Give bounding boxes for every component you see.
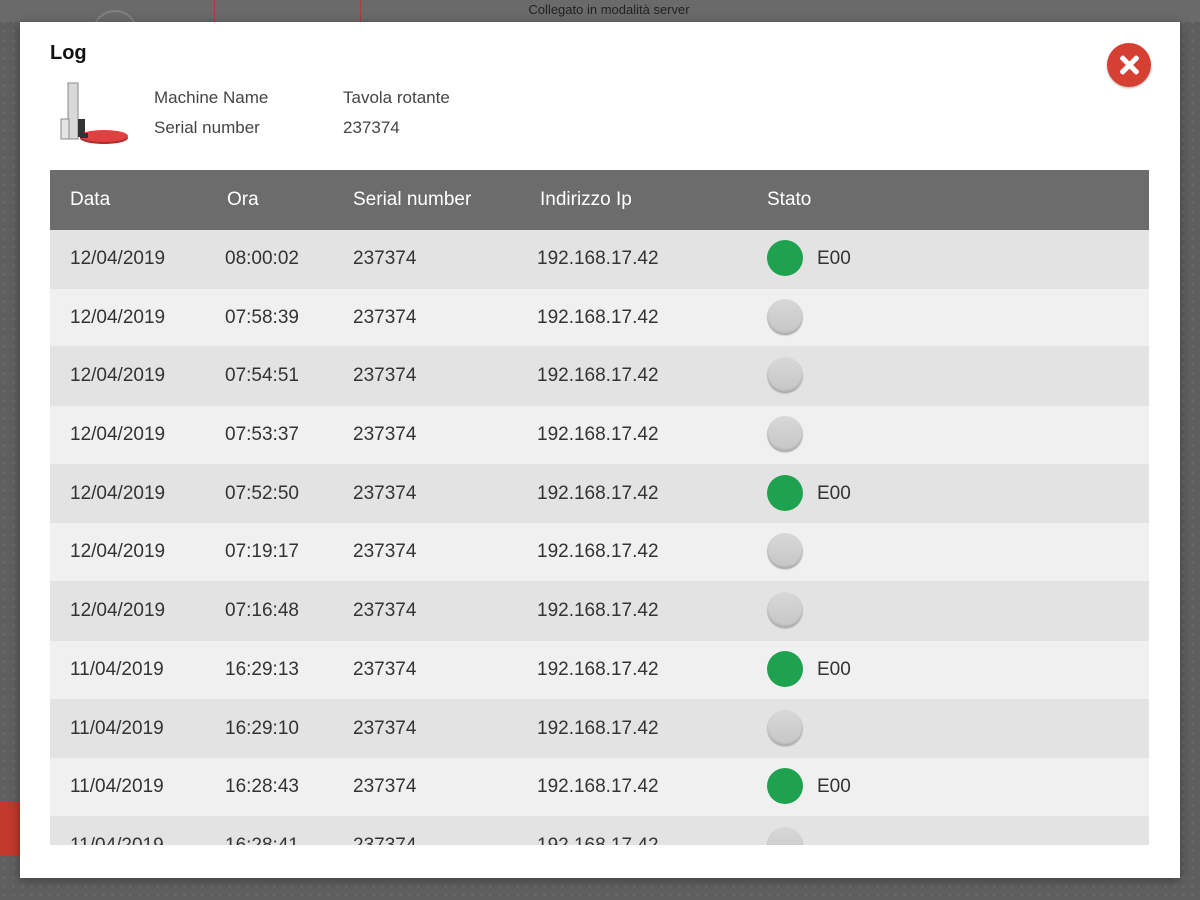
status-code: E00 bbox=[817, 776, 851, 798]
cell-ip: 192.168.17.42 bbox=[537, 600, 659, 622]
cell-ip: 192.168.17.42 bbox=[537, 365, 659, 387]
table-row[interactable]: 11/04/2019 16:29:10 237374 192.168.17.42 bbox=[50, 699, 1149, 759]
cell-serial: 237374 bbox=[353, 776, 417, 798]
cell-data: 11/04/2019 bbox=[70, 817, 164, 845]
table-row[interactable]: 12/04/2019 07:58:39 237374 192.168.17.42 bbox=[50, 288, 1149, 348]
table-row[interactable]: 12/04/2019 07:19:17 237374 192.168.17.42 bbox=[50, 523, 1149, 583]
column-header-ora: Ora bbox=[227, 189, 259, 210]
status-indicator bbox=[767, 240, 803, 276]
cell-serial: 237374 bbox=[353, 600, 417, 622]
table-row[interactable]: 12/04/2019 08:00:02 237374 192.168.17.42 E00 bbox=[50, 230, 1149, 289]
cell-ip: 192.168.17.42 bbox=[537, 658, 659, 680]
cell-data: 11/04/2019 bbox=[70, 658, 164, 680]
cell-ora: 07:54:51 bbox=[225, 365, 299, 387]
connection-status-text: Collegato in modalità server bbox=[528, 2, 690, 17]
cell-serial: 237374 bbox=[353, 306, 417, 328]
machine-name-label: Machine Name bbox=[154, 88, 269, 107]
log-modal: Log Machine Name Tavola rotante Serial n… bbox=[20, 22, 1180, 878]
cell-serial: 237374 bbox=[353, 717, 417, 739]
table-row[interactable]: 11/04/2019 16:28:41 237374 192.168.17.42 bbox=[50, 816, 1149, 845]
cell-serial: 237374 bbox=[353, 658, 417, 680]
status-code: E00 bbox=[817, 658, 851, 680]
status-indicator bbox=[767, 650, 803, 687]
column-header-serial: Serial number bbox=[353, 189, 472, 210]
cell-ora: 07:58:39 bbox=[225, 306, 299, 328]
status-indicator bbox=[767, 416, 803, 453]
column-header-stato: Stato bbox=[767, 189, 812, 210]
cell-data: 11/04/2019 bbox=[70, 776, 164, 798]
cell-serial: 237374 bbox=[353, 424, 417, 446]
cell-data: 12/04/2019 bbox=[70, 600, 166, 622]
status-code: E00 bbox=[817, 248, 851, 269]
table-row[interactable]: 12/04/2019 07:53:37 237374 192.168.17.42 bbox=[50, 406, 1149, 465]
cell-ip: 192.168.17.42 bbox=[537, 776, 659, 798]
status-indicator bbox=[767, 768, 803, 805]
cell-ora: 07:52:50 bbox=[225, 482, 299, 504]
cell-ora: 08:00:02 bbox=[225, 248, 299, 269]
cell-ip: 192.168.17.42 bbox=[537, 541, 659, 563]
cell-ip: 192.168.17.42 bbox=[537, 248, 659, 269]
cell-data: 12/04/2019 bbox=[70, 306, 166, 328]
cell-ora: 16:28:43 bbox=[225, 776, 299, 798]
serial-number-value: 237374 bbox=[343, 118, 400, 137]
column-header-ip: Indirizzo Ip bbox=[540, 189, 632, 210]
table-row[interactable]: 12/04/2019 07:16:48 237374 192.168.17.42 bbox=[50, 582, 1149, 641]
serial-number-label: Serial number bbox=[154, 118, 260, 137]
status-indicator bbox=[767, 357, 803, 394]
table-body: 12/04/2019 08:00:02 237374 192.168.17.42 E00… bbox=[50, 230, 1149, 845]
status-indicator bbox=[767, 474, 803, 511]
status-indicator bbox=[767, 709, 803, 746]
cell-ora: 07:53:37 bbox=[225, 424, 299, 446]
table-header: Data Ora Serial number Indirizzo Ip Stat… bbox=[50, 170, 1149, 230]
cell-ora: 07:16:48 bbox=[225, 600, 299, 622]
machine-name-value: Tavola rotante bbox=[343, 88, 450, 107]
cell-data: 12/04/2019 bbox=[70, 365, 166, 387]
close-button[interactable] bbox=[1107, 43, 1151, 87]
cell-ip: 192.168.17.42 bbox=[537, 717, 659, 739]
status-code: E00 bbox=[817, 482, 851, 504]
cell-serial: 237374 bbox=[353, 482, 417, 504]
table-row[interactable]: 12/04/2019 07:52:50 237374 192.168.17.42 E00 bbox=[50, 464, 1149, 524]
cell-data: 12/04/2019 bbox=[70, 541, 166, 563]
cell-ora: 16:29:13 bbox=[225, 658, 299, 680]
modal-title: Log bbox=[50, 42, 87, 64]
cell-ip: 192.168.17.42 bbox=[537, 424, 659, 446]
cell-serial: 237374 bbox=[353, 541, 417, 563]
table-row[interactable]: 11/04/2019 16:29:13 237374 192.168.17.42 E00 bbox=[50, 640, 1149, 700]
status-indicator bbox=[767, 298, 803, 335]
cell-ip: 192.168.17.42 bbox=[537, 306, 659, 328]
status-indicator bbox=[767, 533, 803, 570]
cell-serial: 237374 bbox=[353, 817, 416, 845]
status-indicator bbox=[767, 826, 803, 845]
cell-ora: 16:28:41 bbox=[225, 817, 299, 845]
table-row[interactable]: 11/04/2019 16:28:43 237374 192.168.17.42 E00 bbox=[50, 758, 1149, 817]
rotary-table-machine-icon bbox=[60, 82, 128, 144]
cell-ip: 192.168.17.42 bbox=[537, 817, 659, 845]
cell-data: 12/04/2019 bbox=[70, 482, 166, 504]
cell-serial: 237374 bbox=[353, 248, 417, 269]
cell-data: 12/04/2019 bbox=[70, 424, 166, 446]
cell-ora: 16:29:10 bbox=[225, 717, 299, 739]
status-indicator bbox=[767, 592, 803, 629]
log-table[interactable]: Data Ora Serial number Indirizzo Ip Stat… bbox=[50, 170, 1149, 845]
cell-serial: 237374 bbox=[353, 365, 417, 387]
column-header-data: Data bbox=[70, 189, 111, 210]
background-side-tab bbox=[0, 802, 20, 856]
background-top-bar: Collegato in modalità server bbox=[0, 0, 1200, 34]
table-row[interactable]: 12/04/2019 07:54:51 237374 192.168.17.42 bbox=[50, 347, 1149, 407]
cell-data: 12/04/2019 bbox=[70, 248, 166, 269]
cell-data: 11/04/2019 bbox=[70, 717, 164, 739]
cell-ip: 192.168.17.42 bbox=[537, 482, 659, 504]
cell-ora: 07:19:17 bbox=[225, 541, 299, 563]
